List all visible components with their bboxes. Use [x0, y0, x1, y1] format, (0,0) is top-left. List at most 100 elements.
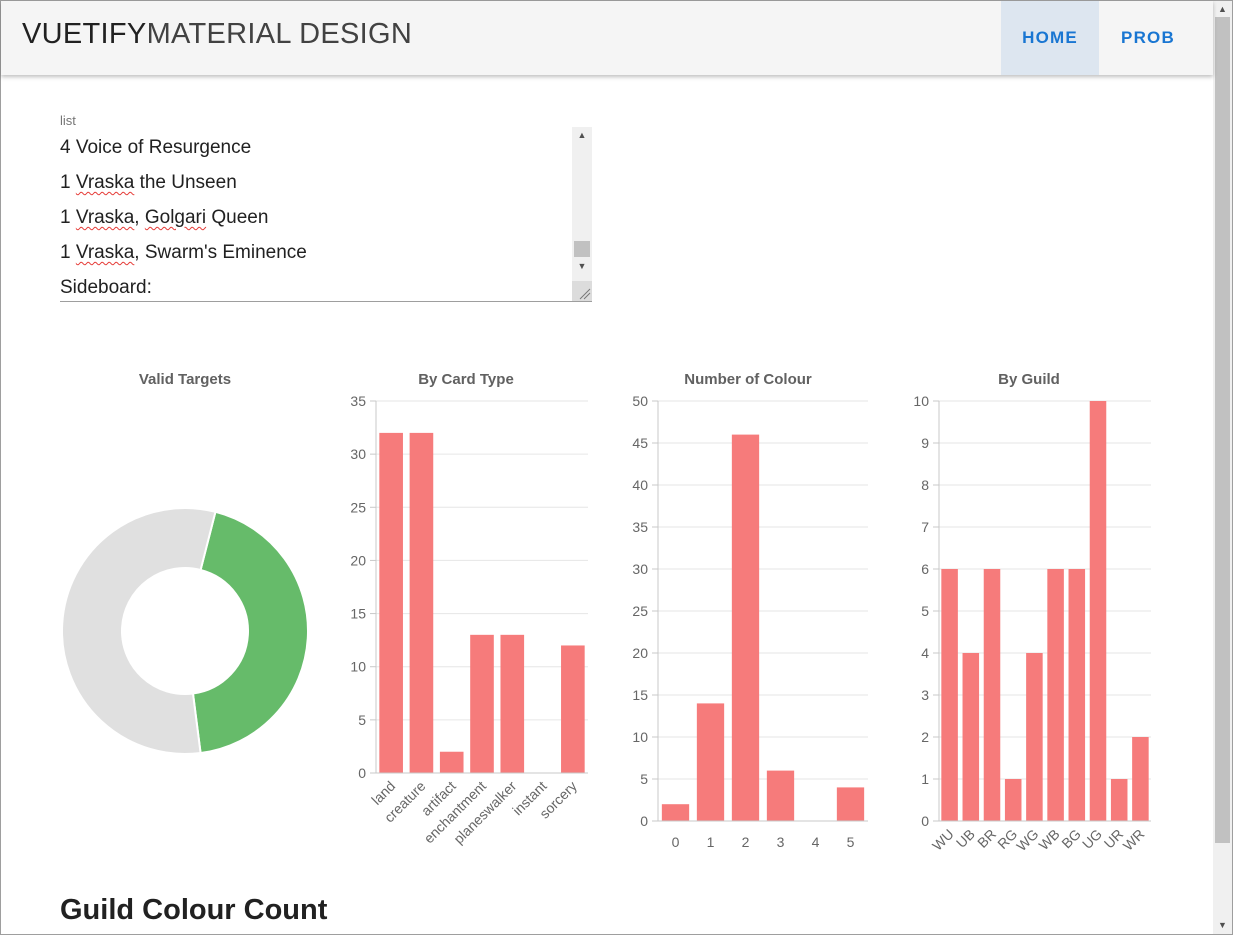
bar[interactable]	[962, 653, 980, 821]
y-tick-label: 45	[632, 435, 648, 451]
bar[interactable]	[470, 634, 494, 773]
y-tick-label: 35	[632, 519, 648, 535]
bar[interactable]	[409, 432, 434, 773]
line-text: ,	[134, 207, 145, 228]
y-tick-label: 0	[640, 813, 648, 829]
misspelled-word: Golgari	[144, 207, 207, 228]
page-scrollbar[interactable]: ▲ ▼	[1213, 1, 1232, 934]
bar[interactable]	[696, 703, 725, 821]
y-tick-label: 10	[350, 659, 366, 675]
y-tick-label: 30	[632, 561, 648, 577]
bar[interactable]	[1110, 779, 1128, 821]
list-textarea[interactable]: 4 Voice of Resurgence 1 Vraska the Unseen…	[60, 127, 592, 302]
y-tick-label: 15	[350, 606, 366, 622]
bar[interactable]	[561, 645, 585, 773]
bar[interactable]	[766, 770, 795, 821]
number-of-colour-chart: 051015202530354045500 1 2 3 4 5	[632, 393, 868, 850]
line-text: 1	[60, 172, 76, 193]
bar[interactable]	[1004, 779, 1022, 821]
y-tick-label: 20	[350, 552, 366, 568]
bar[interactable]	[661, 804, 690, 821]
nav-prob-button[interactable]: PROB	[1099, 1, 1197, 75]
y-tick-label: 15	[632, 687, 648, 703]
app-title: VUETIFYMATERIAL DESIGN	[22, 18, 412, 51]
x-tick-label: 4	[812, 834, 820, 850]
y-tick-label: 20	[632, 645, 648, 661]
valid-targets-chart	[61, 507, 309, 755]
y-tick-label: 3	[921, 687, 929, 703]
y-tick-label: 5	[358, 712, 366, 728]
list-line: 1 Vraska, Golgari Queen	[60, 207, 268, 229]
number-of-colour-title: Number of Colour	[684, 371, 812, 388]
line-text: 1	[60, 207, 76, 228]
list-line: 1 Vraska, Swarm's Eminence	[60, 242, 307, 264]
bar[interactable]	[500, 634, 525, 773]
x-tick-label: 3	[777, 834, 785, 850]
y-tick-label: 25	[632, 603, 648, 619]
textarea-scrollbar[interactable]: ▲ ▼	[572, 127, 592, 281]
misspelled-word: Vraska	[75, 207, 135, 228]
x-tick-label: 2	[742, 834, 750, 850]
y-tick-label: 10	[913, 393, 929, 409]
y-tick-label: 9	[921, 435, 929, 451]
app-title-light: MATERIAL DESIGN	[146, 18, 413, 50]
misspelled-word: Vraska	[75, 242, 135, 263]
line-text: the Unseen	[134, 172, 237, 193]
y-tick-label: 0	[921, 813, 929, 829]
y-tick-label: 35	[350, 393, 366, 409]
y-tick-label: 0	[358, 765, 366, 781]
bar[interactable]	[439, 751, 464, 773]
bar[interactable]	[731, 434, 760, 821]
section-heading: Guild Colour Count	[60, 894, 328, 926]
misspelled-word: Vraska	[75, 172, 135, 193]
x-tick-label: WR	[1120, 826, 1148, 854]
line-text: 1	[60, 242, 76, 263]
line-text: 4 Voice of Resurgence	[60, 137, 252, 158]
line-text: Queen	[206, 207, 269, 228]
donut-slice[interactable]	[191, 510, 309, 755]
y-tick-label: 25	[350, 499, 366, 515]
y-tick-label: 5	[921, 603, 929, 619]
bar[interactable]	[379, 432, 403, 773]
bar[interactable]	[1047, 569, 1064, 821]
bar[interactable]	[836, 787, 865, 821]
y-tick-label: 8	[921, 477, 929, 493]
bar[interactable]	[941, 569, 958, 821]
resize-grip-icon[interactable]	[572, 281, 592, 301]
bar[interactable]	[983, 569, 1001, 821]
line-text: Sideboard:	[60, 277, 152, 298]
y-tick-label: 50	[632, 393, 648, 409]
by-card-type-chart: 05101520253035landcreatureartifactenchan…	[350, 393, 588, 847]
list-line: 1 Vraska the Unseen	[60, 172, 237, 194]
bar[interactable]	[1068, 569, 1086, 821]
donut-slice[interactable]	[61, 507, 217, 755]
valid-targets-title: Valid Targets	[138, 371, 232, 388]
y-tick-label: 10	[632, 729, 648, 745]
by-card-type-title: By Card Type	[418, 371, 514, 388]
textarea-scroll-up-icon[interactable]: ▲	[572, 130, 592, 140]
y-tick-label: 6	[921, 561, 929, 577]
bar[interactable]	[1026, 653, 1043, 821]
x-tick-label: 0	[672, 834, 680, 850]
y-tick-label: 7	[921, 519, 929, 535]
y-tick-label: 2	[921, 729, 929, 745]
by-guild-chart: 012345678910WUUBBRRGWGWBBGUGURWR	[913, 393, 1151, 854]
scroll-up-arrow-icon[interactable]: ▲	[1213, 2, 1232, 16]
scroll-down-arrow-icon[interactable]: ▼	[1213, 918, 1232, 932]
x-tick-label: 1	[707, 834, 715, 850]
y-tick-label: 1	[921, 771, 929, 787]
app-title-bold: VUETIFY	[22, 18, 147, 50]
list-line: Sideboard:	[60, 277, 152, 299]
bar[interactable]	[1089, 401, 1107, 821]
y-tick-label: 30	[350, 446, 366, 462]
nav-home-button[interactable]: HOME	[1001, 1, 1099, 75]
x-tick-label: 5	[847, 834, 855, 850]
line-text: , Swarm's Eminence	[134, 242, 307, 263]
textarea-scrollbar-thumb[interactable]	[574, 241, 590, 257]
bar[interactable]	[1132, 737, 1149, 821]
textarea-scroll-down-icon[interactable]: ▼	[572, 261, 592, 271]
y-tick-label: 40	[632, 477, 648, 493]
y-tick-label: 5	[640, 771, 648, 787]
y-tick-label: 4	[921, 645, 929, 661]
page-scrollbar-thumb[interactable]	[1215, 17, 1230, 843]
